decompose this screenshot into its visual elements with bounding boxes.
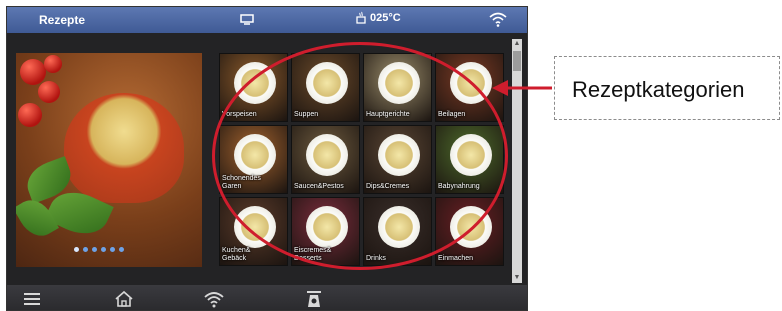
food-plate-image — [234, 62, 276, 104]
wifi-icon — [489, 12, 507, 27]
food-plate-image — [234, 206, 276, 248]
category-label: Schonendes Garen — [222, 175, 261, 190]
category-tile[interactable]: Einmachen — [435, 197, 504, 266]
scrollbar[interactable]: ▲ ▼ — [512, 39, 522, 283]
scrollbar-thumb[interactable] — [513, 51, 521, 71]
food-plate-image — [378, 62, 420, 104]
food-plate-image — [450, 206, 492, 248]
food-plate-image — [306, 134, 348, 176]
carousel-dot[interactable] — [119, 247, 124, 252]
tomato-decoration — [18, 103, 42, 127]
wifi-icon[interactable] — [203, 289, 225, 309]
category-label: Saucen&Pestos — [294, 183, 344, 190]
category-tile[interactable]: Saucen&Pestos — [291, 125, 360, 194]
carousel-dot[interactable] — [74, 247, 79, 252]
category-tile[interactable]: Beilagen — [435, 53, 504, 122]
category-tile[interactable]: Hauptgerichte — [363, 53, 432, 122]
category-label: Drinks — [366, 255, 386, 262]
category-label: Beilagen — [438, 111, 466, 118]
category-label: Dips&Cremes — [366, 183, 410, 190]
temperature-indicator: 025°C — [355, 11, 401, 25]
food-plate-image — [234, 134, 276, 176]
category-label: Kuchen& Gebäck — [222, 247, 251, 262]
category-tile[interactable]: Eiscremes& Desserts — [291, 197, 360, 266]
device-screen: Rezepte 025°C Vorspeisen Suppen Hauptger… — [6, 6, 528, 311]
category-tile[interactable]: Drinks — [363, 197, 432, 266]
temperature-value: 025°C — [370, 12, 401, 24]
pot-icon — [356, 11, 366, 24]
carousel-dot[interactable] — [101, 247, 106, 252]
category-label: Hauptgerichte — [366, 111, 410, 118]
category-label: Eiscremes& Desserts — [294, 247, 332, 262]
scale-icon[interactable] — [303, 289, 325, 309]
category-label: Suppen — [294, 111, 319, 118]
carousel-dot[interactable] — [83, 247, 88, 252]
status-bar: Rezepte 025°C — [7, 7, 527, 33]
carousel-dot[interactable] — [110, 247, 115, 252]
scroll-up-arrow[interactable]: ▲ — [512, 39, 522, 49]
food-plate-image — [450, 134, 492, 176]
food-plate-image — [378, 134, 420, 176]
home-icon[interactable] — [113, 289, 135, 309]
soup-pot — [64, 93, 184, 203]
callout-label: Rezeptkategorien — [572, 77, 745, 102]
recipe-category-grid: Vorspeisen Suppen Hauptgerichte Beilagen Sch… — [219, 53, 505, 267]
category-tile[interactable]: Schonendes Garen — [219, 125, 288, 194]
tomato-decoration — [44, 55, 62, 73]
scroll-down-arrow[interactable]: ▼ — [512, 273, 522, 283]
food-plate-image — [450, 62, 492, 104]
food-plate-image — [378, 206, 420, 248]
featured-recipe-image[interactable] — [16, 53, 202, 267]
menu-icon[interactable] — [21, 289, 43, 309]
category-label: Einmachen — [438, 255, 474, 262]
category-tile[interactable]: Suppen — [291, 53, 360, 122]
category-tile[interactable]: Vorspeisen — [219, 53, 288, 122]
tomato-decoration — [20, 59, 46, 85]
category-label: Babynahrung — [438, 183, 480, 190]
callout-box: Rezeptkategorien — [554, 56, 780, 120]
main-content: Vorspeisen Suppen Hauptgerichte Beilagen Sch… — [7, 33, 527, 285]
category-tile[interactable]: Kuchen& Gebäck — [219, 197, 288, 266]
food-plate-image — [306, 62, 348, 104]
tomato-decoration — [38, 81, 60, 103]
category-label: Vorspeisen — [222, 111, 257, 118]
screen-icon — [240, 14, 254, 25]
carousel-indicator[interactable] — [74, 247, 124, 252]
food-plate-image — [306, 206, 348, 248]
carousel-dot[interactable] — [92, 247, 97, 252]
bottom-nav-bar — [7, 285, 527, 310]
category-tile[interactable]: Dips&Cremes — [363, 125, 432, 194]
category-tile[interactable]: Babynahrung — [435, 125, 504, 194]
page-title: Rezepte — [39, 13, 86, 27]
